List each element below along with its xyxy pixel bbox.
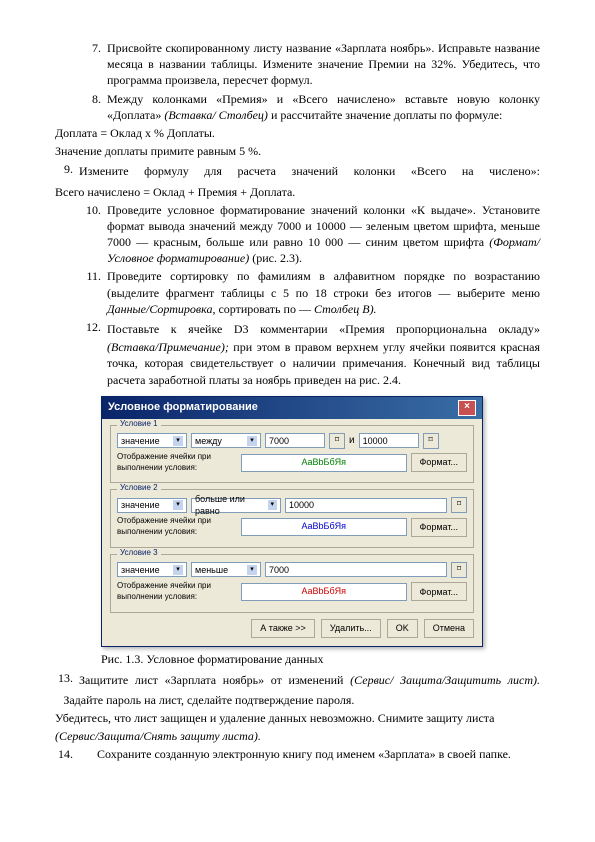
- chevron-down-icon: ▾: [268, 500, 277, 510]
- value-combo[interactable]: значение▾: [117, 433, 187, 448]
- dialog-title: Условное форматирование: [108, 400, 258, 415]
- figure-caption: Рис. 1.3. Условное форматирование данных: [101, 651, 540, 667]
- item-number: 8.: [55, 91, 107, 123]
- note-5pct: Значение доплаты примите равным 5 %.: [55, 143, 540, 159]
- close-icon[interactable]: ×: [458, 400, 476, 416]
- item-13-cont3: (Сервис/Защита/Снять защиту листа).: [55, 728, 540, 744]
- dialog-footer: А также >> Удалить... OK Отмена: [110, 619, 474, 638]
- list-item-7: 7. Присвойте скопированному листу назван…: [55, 40, 540, 89]
- chevron-down-icon: ▾: [247, 565, 257, 575]
- item-text: Поставьте к ячейке D3 комментарии «Преми…: [107, 319, 540, 388]
- group-label: Условие 1: [117, 419, 161, 430]
- item-number: 9.: [55, 161, 79, 181]
- range-picker-icon[interactable]: ⌑: [451, 497, 467, 513]
- sample-label: Отображение ячейки при выполнении услови…: [117, 516, 237, 538]
- add-button[interactable]: А также >>: [251, 619, 315, 638]
- chevron-down-icon: ▾: [173, 565, 183, 575]
- chevron-down-icon: ▾: [173, 436, 183, 446]
- list-item-14: 14. Сохраните созданную электронную книг…: [55, 746, 540, 762]
- item-13-cont2: Убедитесь, что лист защищен и удаление д…: [55, 710, 540, 726]
- list-item-10: 10. Проведите условное форматирование зн…: [55, 202, 540, 267]
- list-item-12: 12. Поставьте к ячейке D3 комментарии «П…: [55, 319, 540, 388]
- chevron-down-icon: ▾: [173, 500, 183, 510]
- sample-label: Отображение ячейки при выполнении услови…: [117, 581, 237, 603]
- group-label: Условие 3: [117, 548, 161, 559]
- list-item-8: 8. Между колонками «Премия» и «Всего нач…: [55, 91, 540, 123]
- cancel-button[interactable]: Отмена: [424, 619, 474, 638]
- sample-preview: AaBbБбЯя: [241, 583, 407, 601]
- list-item-13: 13. Защитите лист «Зарплата ноябрь» от и…: [55, 670, 540, 690]
- group-label: Условие 2: [117, 483, 161, 494]
- sample-preview: AaBbБбЯя: [241, 454, 407, 472]
- item-number: 10.: [55, 202, 107, 267]
- delete-button[interactable]: Удалить...: [321, 619, 381, 638]
- item-number: 13.: [55, 670, 79, 690]
- and-label: и: [349, 434, 355, 448]
- operator-combo[interactable]: между▾: [191, 433, 261, 448]
- item-number: 7.: [55, 40, 107, 89]
- value-input[interactable]: 10000: [359, 433, 419, 448]
- format-button[interactable]: Формат...: [411, 453, 467, 472]
- item-text: Присвойте скопированному листу название …: [107, 40, 540, 89]
- format-button[interactable]: Формат...: [411, 518, 467, 537]
- list-item-11: 11. Проведите сортировку по фамилиям в а…: [55, 268, 540, 317]
- range-picker-icon[interactable]: ⌑: [423, 433, 439, 449]
- condition-group-1: Условие 1 значение▾ между▾ 7000 ⌑ и 1000…: [110, 425, 474, 484]
- item-number: 11.: [55, 268, 107, 317]
- condition-group-3: Условие 3 значение▾ меньше▾ 7000 ⌑ Отобр…: [110, 554, 474, 613]
- formula-vsego: Всего начислено = Оклад + Премия + Допла…: [55, 184, 540, 200]
- value-input[interactable]: 10000: [285, 498, 447, 513]
- item-text: Сохраните созданную электронную книгу по…: [79, 746, 540, 762]
- condition-group-2: Условие 2 значение▾ больше или равно▾ 10…: [110, 489, 474, 548]
- sample-label: Отображение ячейки при выполнении услови…: [117, 452, 237, 474]
- value-combo[interactable]: значение▾: [117, 498, 187, 513]
- list-item-9: 9. Измените формулу для расчета значений…: [55, 161, 540, 181]
- item-text: Проведите сортировку по фамилиям в алфав…: [107, 268, 540, 317]
- conditional-formatting-dialog: Условное форматирование × Условие 1 знач…: [101, 396, 483, 647]
- value-input[interactable]: 7000: [265, 433, 325, 448]
- item-13-cont: x Задайте пароль на лист, сделайте подтв…: [55, 692, 540, 708]
- page: 7. Присвойте скопированному листу назван…: [0, 0, 595, 805]
- item-number: 12.: [55, 319, 107, 388]
- sample-preview: AaBbБбЯя: [241, 518, 407, 536]
- value-input[interactable]: 7000: [265, 562, 447, 577]
- item-text: Защитите лист «Зарплата ноябрь» от измен…: [79, 670, 540, 690]
- dialog-body: Условие 1 значение▾ между▾ 7000 ⌑ и 1000…: [102, 419, 482, 646]
- operator-combo[interactable]: больше или равно▾: [191, 498, 281, 513]
- operator-combo[interactable]: меньше▾: [191, 562, 261, 577]
- value-combo[interactable]: значение▾: [117, 562, 187, 577]
- range-picker-icon[interactable]: ⌑: [451, 562, 467, 578]
- dialog-titlebar[interactable]: Условное форматирование ×: [102, 397, 482, 419]
- formula-doplata: Доплата = Оклад х % Доплаты.: [55, 125, 540, 141]
- item-text: Измените формулу для расчета значений ко…: [79, 163, 540, 179]
- ok-button[interactable]: OK: [387, 619, 418, 638]
- item-number: 14.: [55, 746, 79, 762]
- range-picker-icon[interactable]: ⌑: [329, 433, 345, 449]
- format-button[interactable]: Формат...: [411, 582, 467, 601]
- chevron-down-icon: ▾: [247, 436, 257, 446]
- item-text: Проведите условное форматирование значен…: [107, 202, 540, 267]
- item-text: Между колонками «Премия» и «Всего начисл…: [107, 91, 540, 123]
